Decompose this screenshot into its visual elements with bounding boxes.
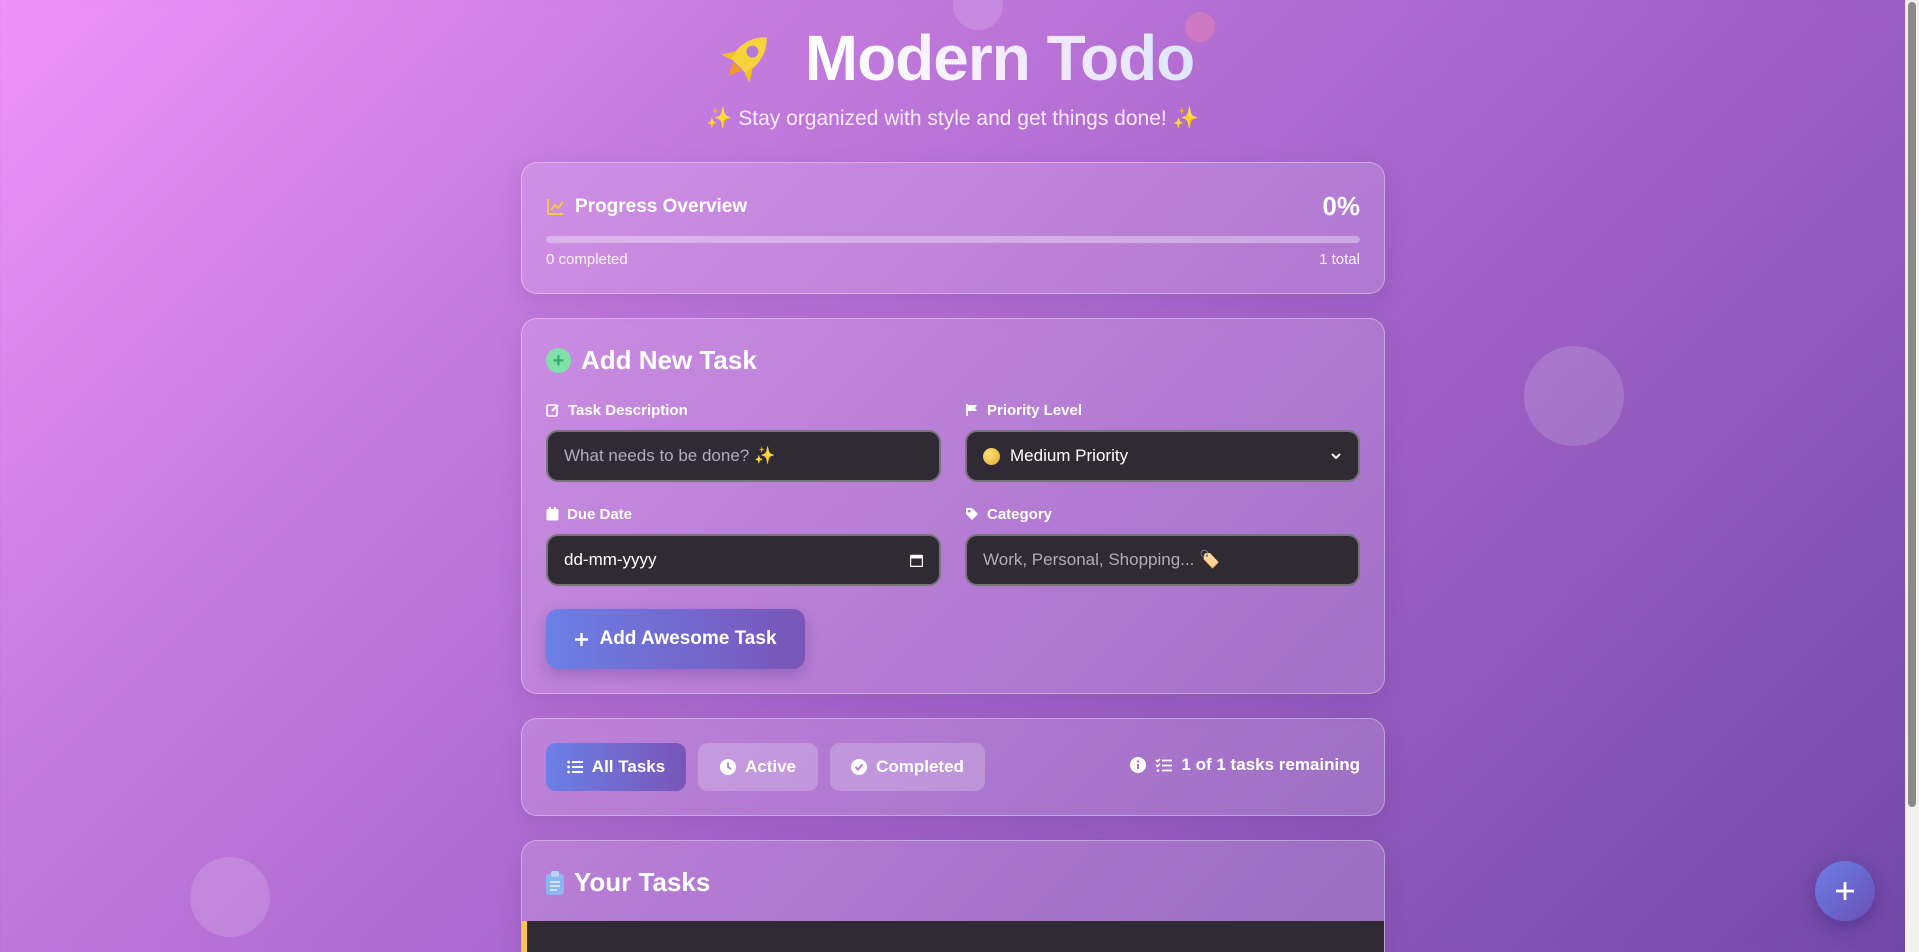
- filter-completed-label: Completed: [876, 757, 964, 776]
- title-row: Modern Todo: [0, 10, 1905, 105]
- category-input[interactable]: Work, Personal, Shopping... 🏷️: [965, 534, 1360, 586]
- filter-active[interactable]: Active: [698, 743, 818, 791]
- chart-line-icon: [546, 197, 565, 216]
- plus-icon: [1834, 880, 1856, 902]
- progress-card: Progress Overview 0% 0 completed 1 total: [521, 162, 1385, 294]
- progress-title: Progress Overview: [575, 195, 748, 217]
- due-date-label: Due Date: [546, 504, 941, 524]
- add-task-title: Add New Task: [581, 345, 757, 375]
- plus-circle-icon: +: [546, 348, 571, 373]
- floating-add-button[interactable]: [1815, 861, 1875, 921]
- priority-field: Priority Level Medium Priority: [965, 400, 1360, 482]
- info-icon: [1130, 757, 1147, 773]
- list-icon: [566, 760, 583, 774]
- category-label: Category: [965, 504, 1360, 524]
- category-field: Category Work, Personal, Shopping... 🏷️: [965, 504, 1360, 586]
- app-subtitle: ✨ Stay organized with style and get thin…: [706, 107, 1199, 130]
- page-scrollbar[interactable]: [1905, 0, 1919, 952]
- yellow-circle-icon: [983, 447, 1000, 465]
- task-list-card: Your Tasks: [521, 840, 1385, 952]
- priority-selected: Medium Priority: [1010, 446, 1129, 465]
- due-date-field: Due Date dd-mm-yyyy: [546, 504, 941, 586]
- check-circle-icon: [851, 759, 868, 775]
- chevron-down-icon: [1330, 450, 1342, 462]
- task-description-label: Task Description: [546, 400, 941, 420]
- progress-title-group: Progress Overview: [546, 196, 747, 218]
- due-date-placeholder: dd-mm-yyyy: [564, 550, 657, 569]
- scrollbar-thumb[interactable]: [1908, 2, 1916, 807]
- task-description-label-text: Task Description: [568, 401, 688, 419]
- flag-icon: [965, 403, 979, 417]
- progress-header: Progress Overview 0%: [546, 191, 1360, 222]
- task-description-placeholder: What needs to be done? ✨: [564, 446, 776, 465]
- rocket-icon: [711, 23, 781, 93]
- tasks-remaining-label: 1 of 1 tasks remaining: [1181, 755, 1360, 774]
- calendar-icon: [546, 507, 559, 521]
- tasks-remaining: 1 of 1 tasks remaining: [1130, 755, 1360, 775]
- app-header: Modern Todo ✨ Stay organized with style …: [0, 10, 1905, 131]
- progress-footer: 0 completed 1 total: [546, 251, 1360, 268]
- category-placeholder: Work, Personal, Shopping... 🏷️: [983, 550, 1221, 569]
- filter-bar: All Tasks Active Completed 1 of 1 tasks …: [521, 718, 1385, 816]
- category-label-text: Category: [987, 505, 1053, 523]
- app-title: Modern Todo: [804, 21, 1195, 94]
- filter-all-tasks[interactable]: All Tasks: [546, 743, 686, 791]
- decorative-bubble: [1524, 346, 1624, 446]
- total-count: 1 total: [1319, 251, 1360, 268]
- decorative-bubble: [190, 857, 270, 937]
- edit-icon: [546, 403, 560, 417]
- filter-active-label: Active: [744, 757, 797, 776]
- task-list-title: Your Tasks: [574, 867, 711, 897]
- filter-completed[interactable]: Completed: [830, 743, 985, 791]
- add-task-card: + Add New Task Task Description What nee…: [521, 318, 1385, 694]
- due-date-input[interactable]: dd-mm-yyyy: [546, 534, 941, 586]
- filter-all-tasks-label: All Tasks: [591, 757, 666, 776]
- tag-icon: [965, 507, 979, 521]
- progress-percent: 0%: [1322, 191, 1360, 221]
- calendar-picker-icon[interactable]: [910, 554, 923, 567]
- add-task-header: + Add New Task: [546, 345, 757, 376]
- due-date-label-text: Due Date: [567, 505, 633, 523]
- progress-bar: [546, 236, 1360, 243]
- task-description-field: Task Description What needs to be done? …: [546, 400, 941, 482]
- priority-label: Priority Level: [965, 400, 1360, 420]
- clipboard-icon: [546, 870, 564, 895]
- completed-count: 0 completed: [546, 251, 628, 268]
- priority-select[interactable]: Medium Priority: [965, 430, 1360, 482]
- add-task-button-label: Add Awesome Task: [599, 628, 777, 649]
- tasks-checklist-icon: [1155, 757, 1173, 773]
- task-description-input[interactable]: What needs to be done? ✨: [546, 430, 941, 482]
- plus-icon: [574, 632, 589, 647]
- priority-label-text: Priority Level: [987, 401, 1083, 419]
- add-task-button[interactable]: Add Awesome Task: [546, 609, 805, 669]
- clock-icon: [719, 759, 736, 775]
- task-item[interactable]: [522, 921, 1384, 952]
- task-list-header: Your Tasks: [546, 867, 710, 898]
